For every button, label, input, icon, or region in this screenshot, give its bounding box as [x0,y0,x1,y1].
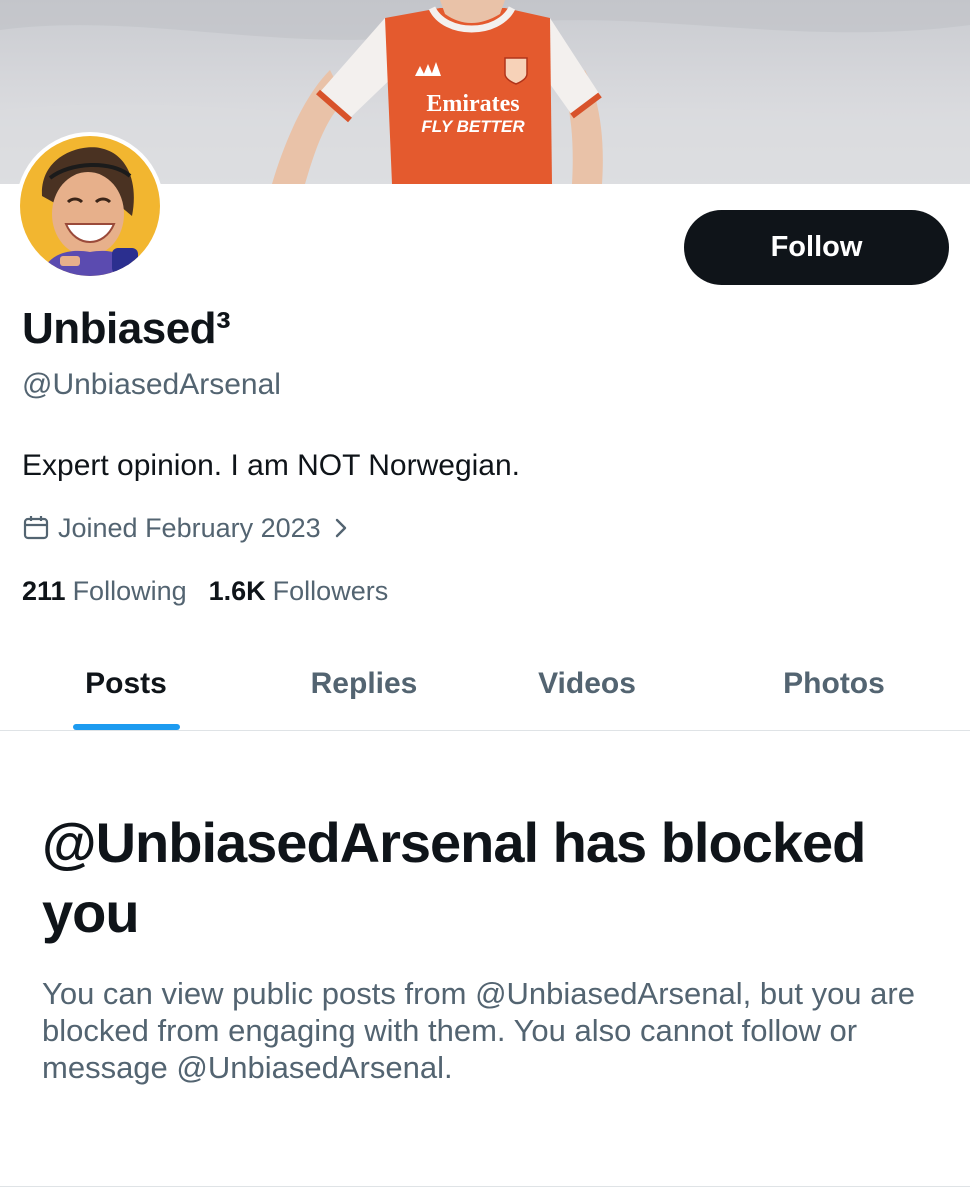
followers-stat[interactable]: 1.6K Followers [209,576,389,607]
bottom-divider [0,1186,970,1187]
following-count: 211 [22,576,66,606]
tabs-divider [0,730,970,731]
tab-replies[interactable]: Replies [288,636,440,731]
blocked-title: @UnbiasedArsenal has blocked you [42,811,866,944]
profile-display-name: Unbiased³ [22,304,231,353]
banner-sponsor-text: Emirates [426,91,519,117]
chevron-right-icon [333,517,349,539]
profile-tabs: Posts Replies Videos Photos [0,636,970,731]
profile-handle: @UnbiasedArsenal [22,368,281,401]
following-label: Following [72,576,187,606]
blocked-message: You can view public posts from @Unbiased… [42,976,915,1085]
following-stat[interactable]: 211 Following [22,576,187,607]
followers-label: Followers [272,576,389,606]
followers-count: 1.6K [208,576,266,606]
avatar[interactable] [16,132,164,280]
tab-posts[interactable]: Posts [60,636,192,731]
joined-date-row[interactable]: Joined February 2023 [22,508,349,548]
profile-stats: 211 Following 1.6K Followers [22,576,388,607]
calendar-icon [22,514,50,542]
avatar-image [20,136,160,276]
tab-videos[interactable]: Videos [512,636,662,731]
profile-bio: Expert opinion. I am NOT Norwegian. [22,449,521,482]
follow-button[interactable]: Follow [684,210,949,285]
joined-date-text: Joined February 2023 [58,512,321,543]
banner-sponsor-tagline: FLY BETTER [421,117,525,136]
tab-photos[interactable]: Photos [758,636,910,731]
